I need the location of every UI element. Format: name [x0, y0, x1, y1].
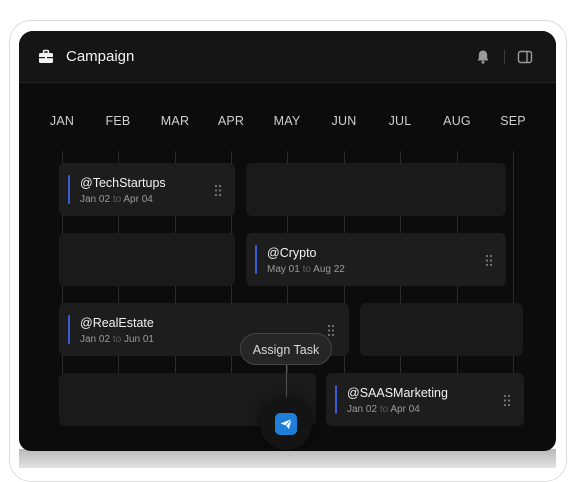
- app-window: Campaign JAN FEB MAR APR MAY JUN JUL AUG…: [19, 31, 556, 451]
- page-title: Campaign: [66, 48, 135, 65]
- month-label: JUN: [331, 114, 357, 128]
- campaign-name: @SAASMarketing: [347, 386, 448, 400]
- campaign-card[interactable]: @SAASMarketing Jan 02 to Apr 04: [326, 373, 524, 426]
- campaign-card[interactable]: @Crypto May 01 to Aug 22: [246, 233, 506, 286]
- campaign-dates: May 01 to Aug 22: [267, 264, 345, 275]
- empty-slot[interactable]: [360, 303, 523, 356]
- campaign-name: @RealEstate: [80, 316, 154, 330]
- campaign-dates: Jan 02 to Jun 01: [80, 334, 154, 345]
- month-label: AUG: [443, 114, 471, 128]
- campaign-dates: Jan 02 to Apr 04: [80, 194, 153, 205]
- month-label: MAY: [273, 114, 301, 128]
- briefcase-icon: [39, 49, 53, 63]
- accent-bar: [68, 315, 70, 344]
- assign-task-tooltip: Assign Task: [240, 333, 332, 365]
- empty-slot[interactable]: [246, 163, 506, 216]
- drag-handle-icon[interactable]: [214, 184, 222, 197]
- tooltip-connector: [286, 365, 287, 401]
- month-label: MAR: [160, 114, 190, 128]
- drag-handle-icon[interactable]: [485, 254, 493, 267]
- header-divider: [504, 50, 505, 64]
- drag-handle-icon[interactable]: [327, 324, 335, 337]
- month-label: APR: [217, 114, 245, 128]
- month-label: JAN: [49, 114, 75, 128]
- campaign-dates: Jan 02 to Apr 04: [347, 404, 420, 415]
- send-icon: [280, 418, 292, 429]
- campaign-name: @TechStartups: [80, 176, 166, 190]
- campaign-name: @Crypto: [267, 246, 317, 260]
- accent-bar: [335, 385, 337, 414]
- drag-handle-icon[interactable]: [503, 394, 511, 407]
- device-base: [19, 449, 556, 468]
- send-button[interactable]: [275, 413, 297, 435]
- month-label: JUL: [388, 114, 412, 128]
- campaign-card[interactable]: @TechStartups Jan 02 to Apr 04: [59, 163, 235, 216]
- month-label: FEB: [105, 114, 131, 128]
- accent-bar: [68, 175, 70, 204]
- bell-icon[interactable]: [475, 49, 491, 65]
- month-label: SEP: [500, 114, 526, 128]
- accent-bar: [255, 245, 257, 274]
- panel-icon[interactable]: [517, 49, 533, 65]
- month-axis: JAN FEB MAR APR MAY JUN JUL AUG SEP: [19, 114, 556, 130]
- empty-slot[interactable]: [59, 233, 235, 286]
- send-fab[interactable]: [260, 398, 312, 450]
- app-header: Campaign: [19, 31, 556, 83]
